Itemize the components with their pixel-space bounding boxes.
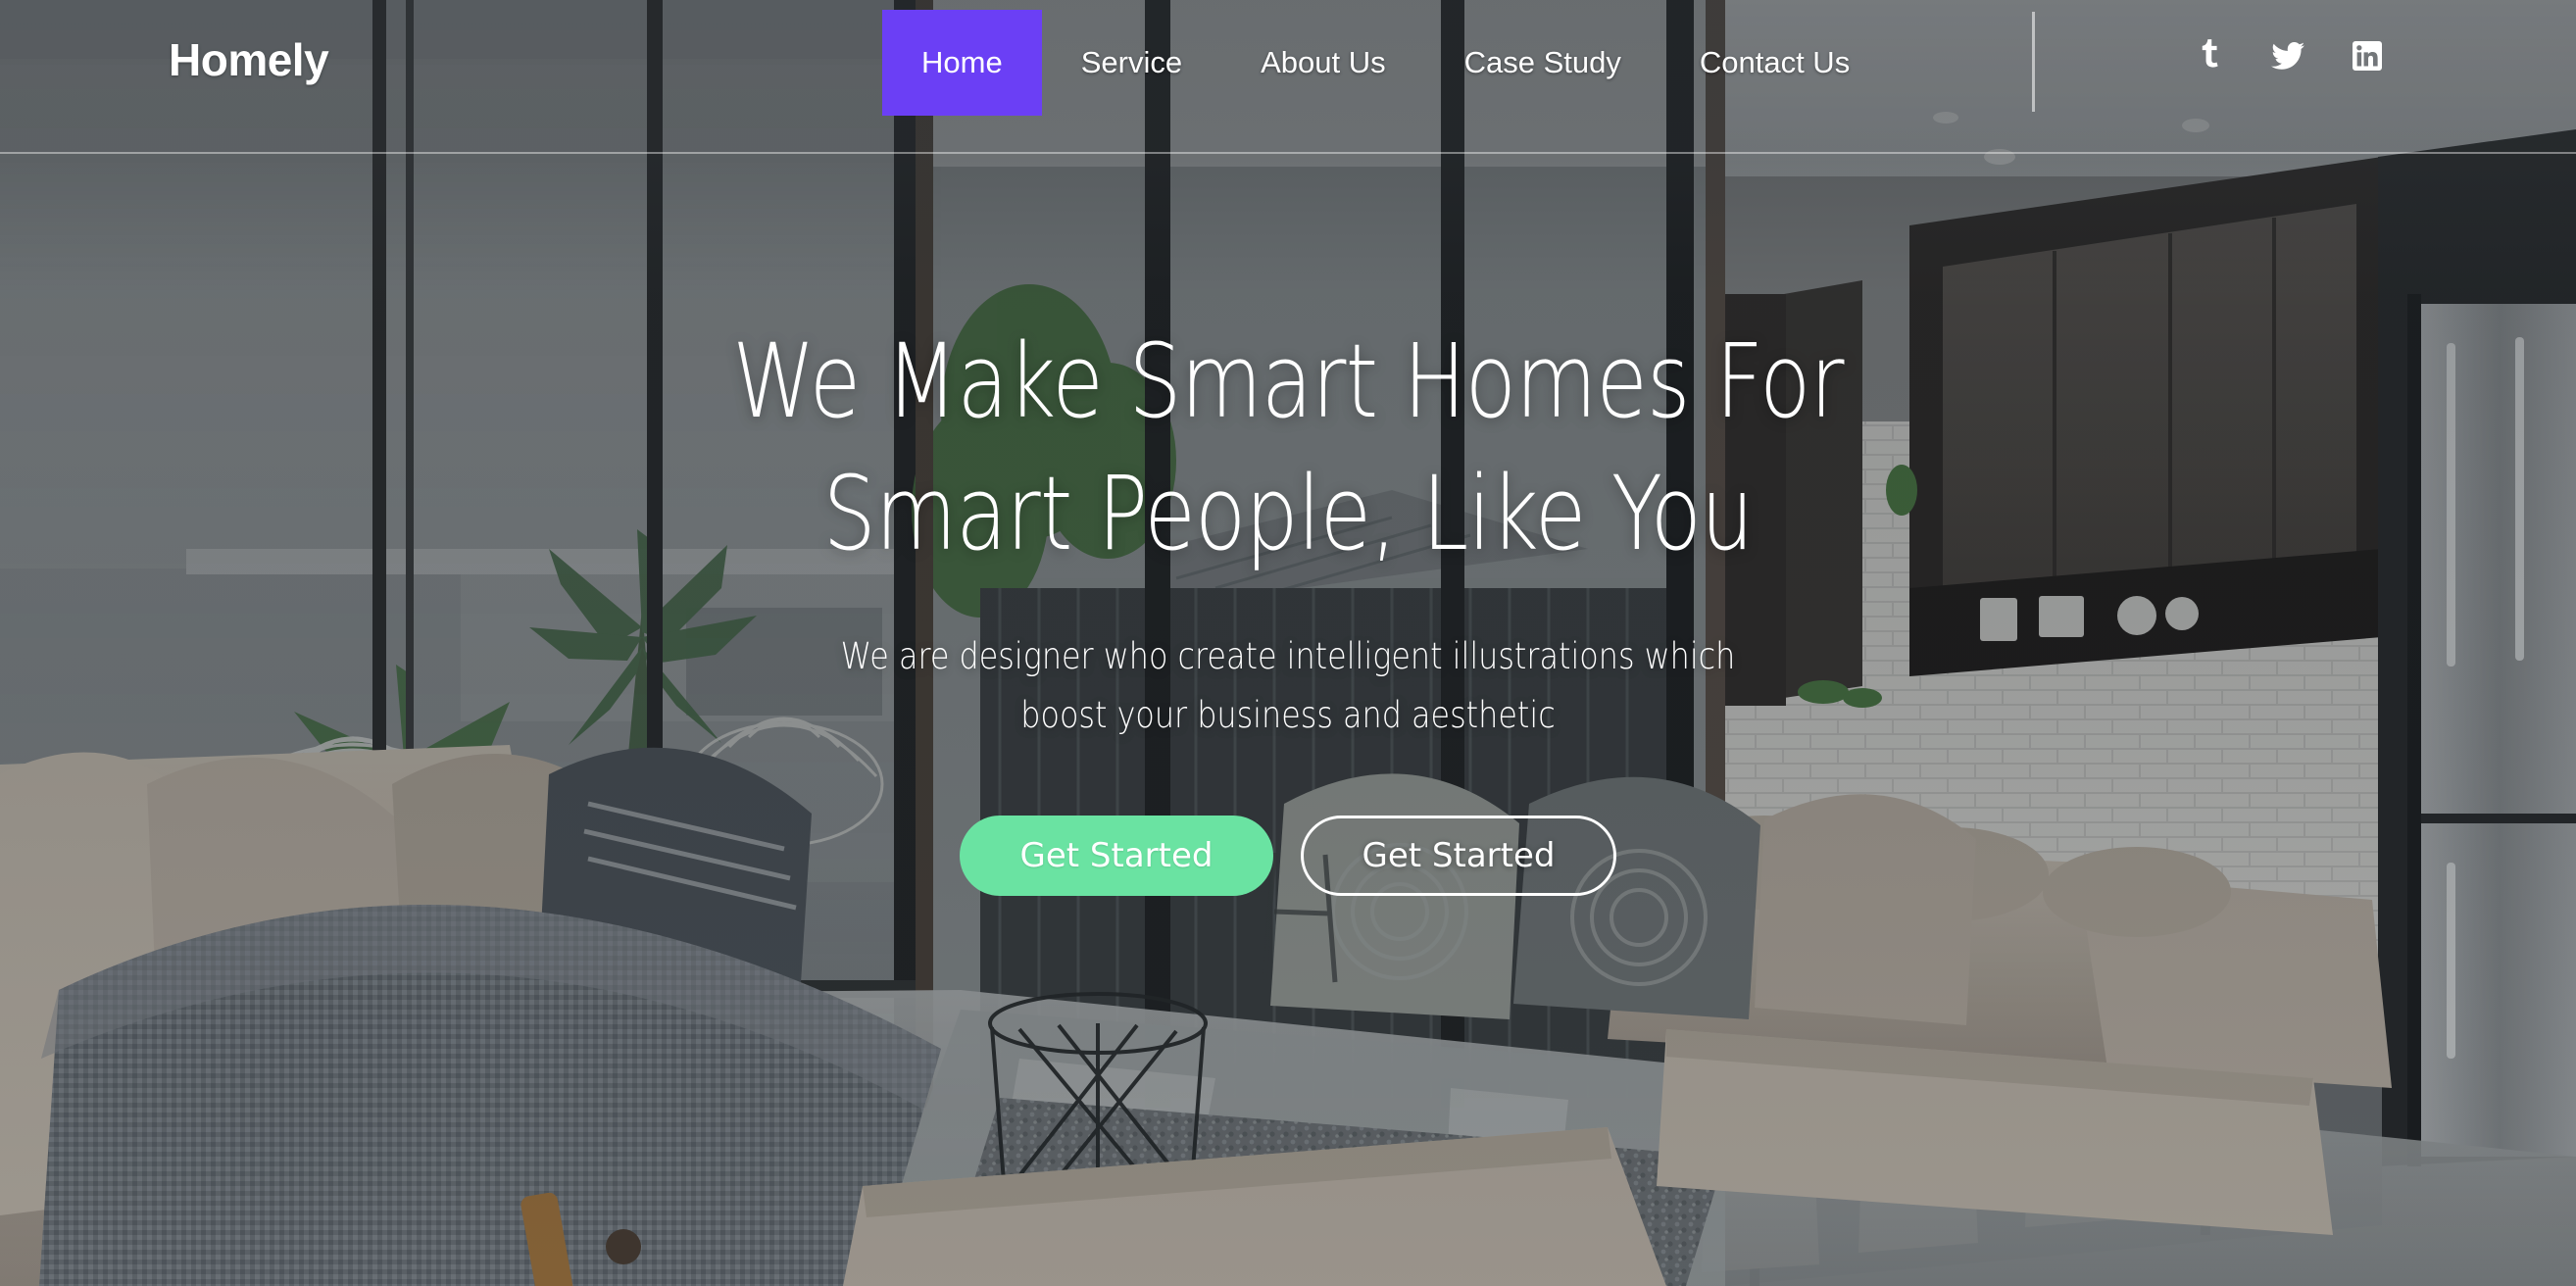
linkedin-icon[interactable] bbox=[2351, 39, 2384, 73]
hero-actions: Get Started Get Started bbox=[960, 816, 1616, 897]
landing-page: Homely Home Service About Us Case Study … bbox=[0, 0, 2576, 1286]
nav-item-service-label: Service bbox=[1080, 45, 1183, 79]
nav-item-case-study[interactable]: Case Study bbox=[1425, 10, 1660, 116]
nav-item-service[interactable]: Service bbox=[1042, 10, 1221, 116]
social-links bbox=[2192, 39, 2384, 73]
nav-item-case-study-label: Case Study bbox=[1463, 45, 1621, 79]
brand-logo[interactable]: Homely bbox=[169, 33, 329, 86]
main-navigation: Home Service About Us Case Study Contact… bbox=[882, 10, 1889, 116]
tumblr-icon[interactable] bbox=[2192, 39, 2225, 73]
get-started-primary-button[interactable]: Get Started bbox=[960, 816, 1273, 897]
nav-item-home[interactable]: Home bbox=[882, 10, 1042, 116]
site-header: Homely Home Service About Us Case Study … bbox=[0, 0, 2576, 153]
get-started-secondary-button[interactable]: Get Started bbox=[1301, 816, 1616, 897]
nav-item-contact-us[interactable]: Contact Us bbox=[1660, 10, 1889, 116]
nav-item-contact-us-label: Contact Us bbox=[1699, 45, 1851, 79]
nav-item-about-us-label: About Us bbox=[1261, 45, 1386, 79]
hero-background-image bbox=[0, 0, 2576, 1286]
nav-item-about-us[interactable]: About Us bbox=[1221, 10, 1425, 116]
nav-item-home-label: Home bbox=[921, 45, 1003, 79]
twitter-icon[interactable] bbox=[2271, 39, 2304, 73]
header-divider bbox=[2032, 12, 2035, 112]
